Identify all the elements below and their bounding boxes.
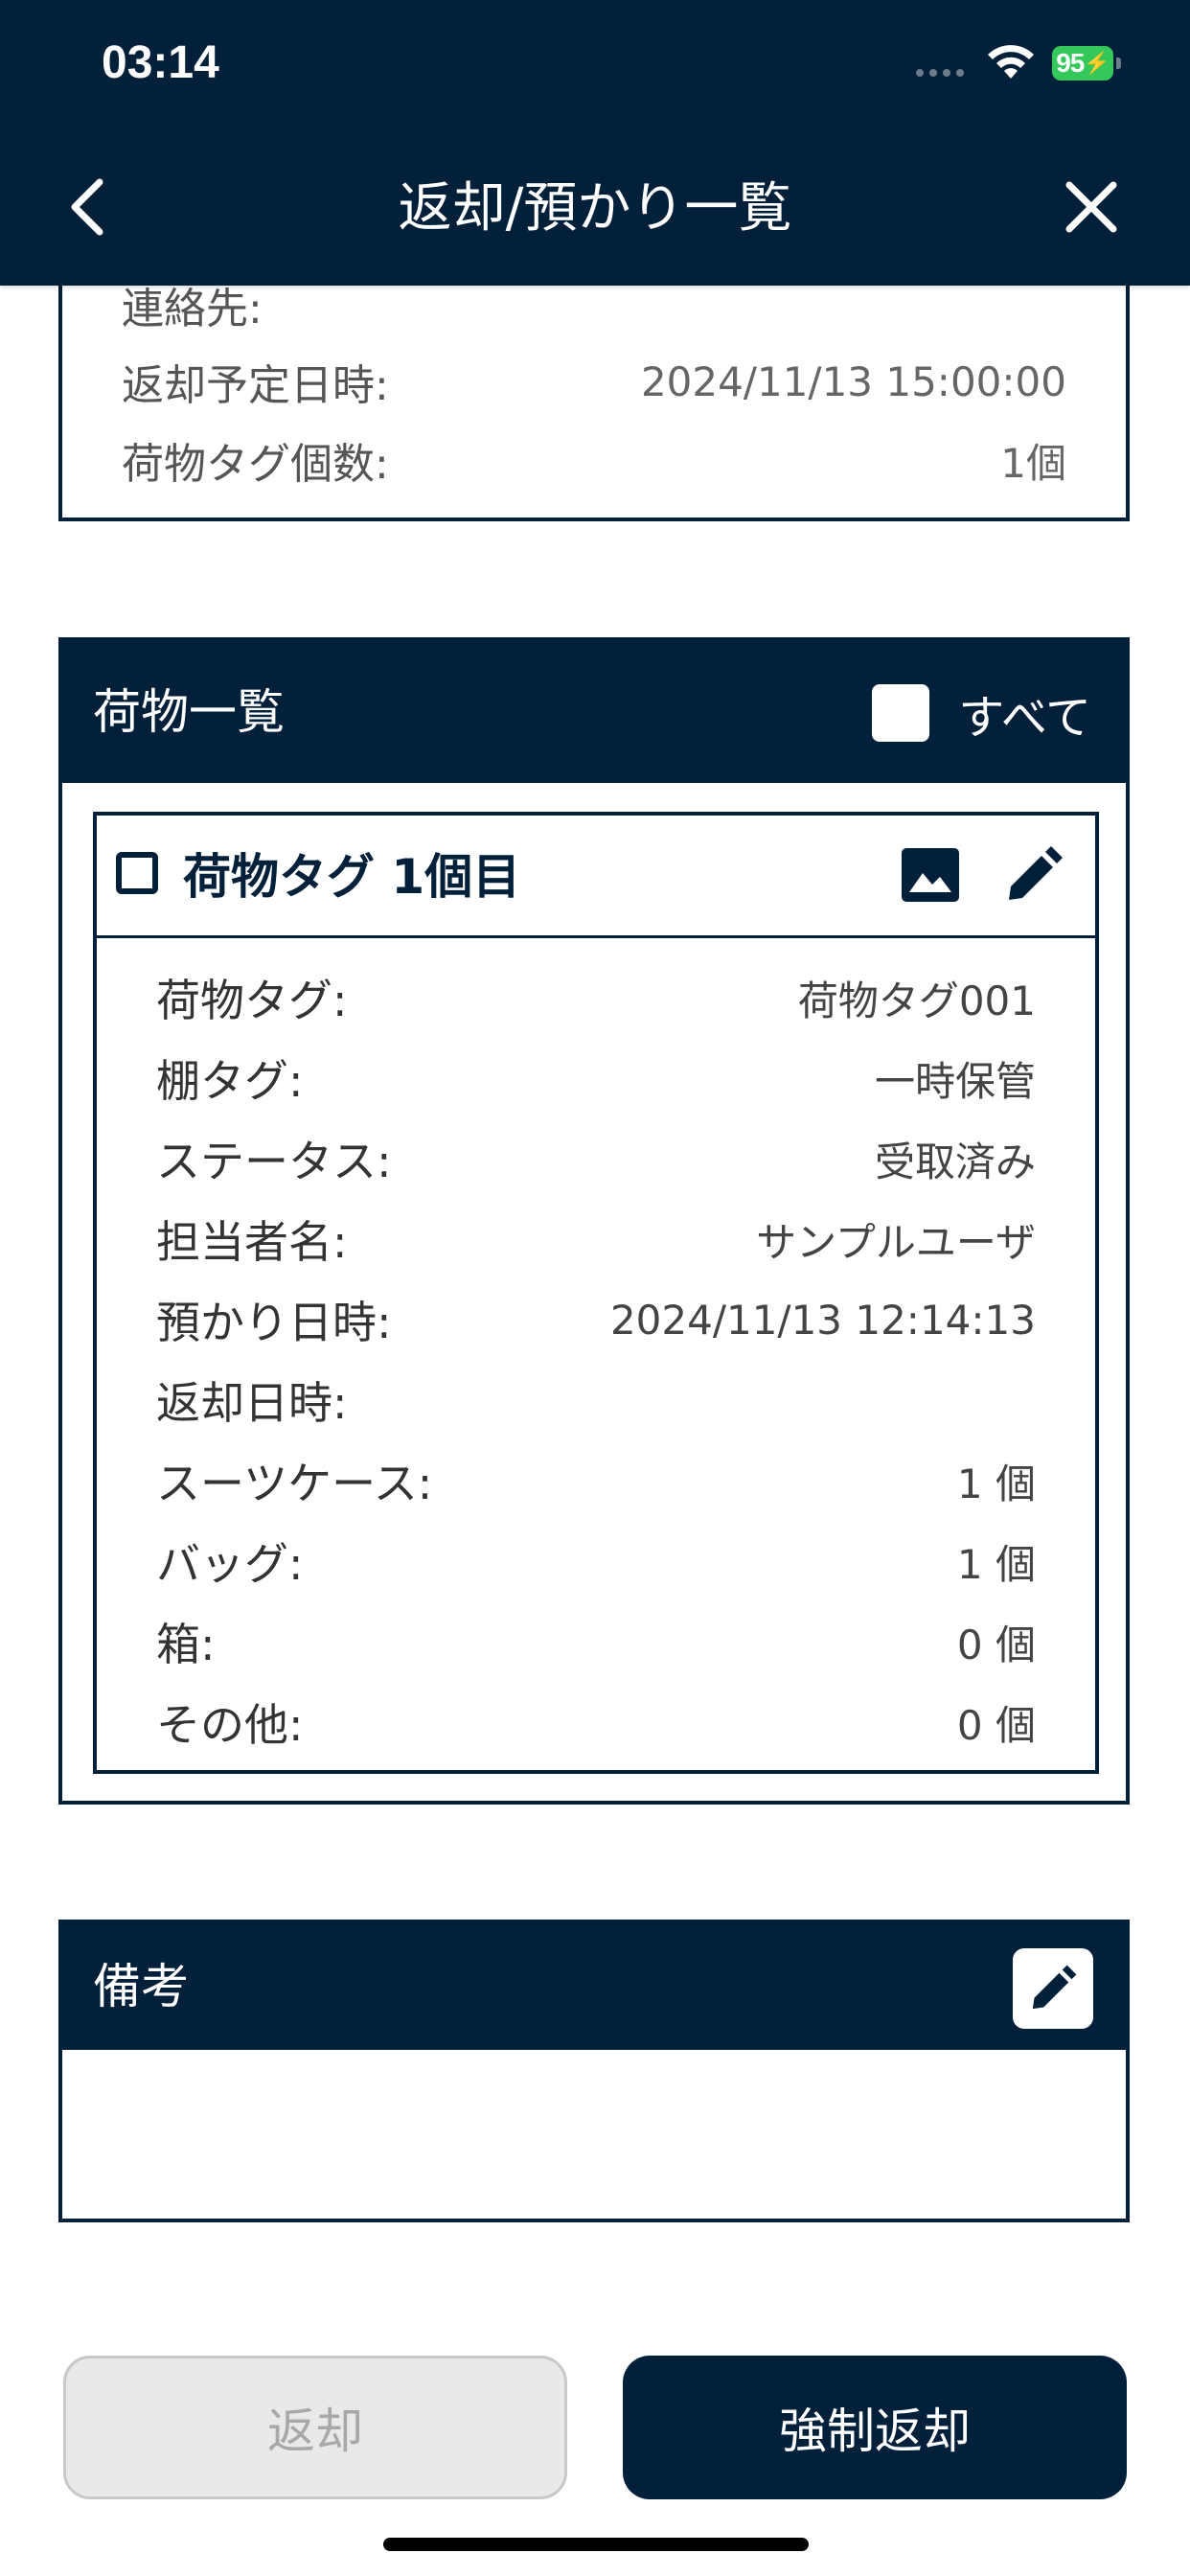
detail-value: サンプルユーザ — [756, 1218, 1036, 1266]
notes-title: 備考 — [93, 1959, 189, 2014]
app-screen: 連絡先: 返却予定日時: 2024/11/13 15:00:00 荷物タグ個数:… — [0, 0, 1190, 2576]
detail-row-luggage-tag: 荷物タグ: 荷物タグ001 — [156, 957, 1036, 1038]
select-all-label: すべて — [958, 691, 1091, 745]
detail-value: 受取済み — [874, 1138, 1036, 1185]
detail-label: スーツケース: — [156, 1458, 433, 1509]
detail-row-suitcase: スーツケース: 1 個 — [156, 1440, 1036, 1521]
summary-value: 2024/11/13 15:00:00 — [640, 357, 1066, 405]
summary-row-return-scheduled: 返却予定日時: 2024/11/13 15:00:00 — [122, 343, 1066, 420]
section-title: 荷物一覧 — [93, 684, 285, 740]
detail-value: 荷物タグ001 — [797, 977, 1036, 1024]
detail-row-shelf-tag: 棚タグ: 一時保管 — [156, 1038, 1036, 1118]
luggage-list-section: 荷物一覧 すべて 荷物タグ 1個目 荷物タグ: 荷物タグ001 棚タグ: 一時保… — [58, 637, 1130, 1805]
notes-header: 備考 — [62, 1923, 1126, 2050]
detail-value: 2024/11/13 12:14:13 — [609, 1296, 1036, 1344]
detail-label: 荷物タグ: — [156, 975, 348, 1026]
detail-label: 箱: — [156, 1619, 216, 1670]
battery-nub — [1116, 58, 1121, 69]
detail-label: バッグ: — [156, 1538, 304, 1590]
detail-label: 担当者名: — [156, 1216, 348, 1268]
detail-label: 預かり日時: — [156, 1297, 392, 1348]
detail-value: 一時保管 — [874, 1057, 1036, 1105]
detail-label: その他: — [156, 1699, 304, 1751]
luggage-tag-card: 荷物タグ 1個目 荷物タグ: 荷物タグ001 棚タグ: 一時保管 ステータス: … — [93, 812, 1099, 1774]
detail-value: 1 個 — [956, 1460, 1036, 1507]
detail-label: 返却日時: — [156, 1377, 348, 1429]
detail-row-other: その他: 0 個 — [156, 1682, 1036, 1762]
summary-label: 返却予定日時: — [122, 361, 389, 410]
status-time: 03:14 — [102, 37, 219, 88]
select-all-checkbox[interactable]: すべて — [872, 679, 1091, 747]
checkbox-icon — [872, 684, 930, 742]
detail-label: ステータス: — [156, 1136, 392, 1187]
return-button[interactable]: 返却 — [63, 2356, 567, 2499]
pencil-icon — [1032, 1965, 1077, 2010]
home-indicator — [383, 2538, 809, 2551]
close-icon — [1065, 181, 1117, 233]
detail-row-bag: バッグ: 1 個 — [156, 1521, 1036, 1601]
summary-label: 荷物タグ個数: — [122, 440, 389, 489]
battery-icon: 95 ⚡ — [1052, 46, 1113, 80]
detail-label: 棚タグ: — [156, 1055, 304, 1107]
detail-row-checkin-datetime: 預かり日時: 2024/11/13 12:14:13 — [156, 1279, 1036, 1360]
detail-value: 0 個 — [956, 1701, 1036, 1749]
detail-value: 0 個 — [956, 1621, 1036, 1668]
tag-card-header: 荷物タグ 1個目 — [97, 816, 1095, 938]
battery-level: 95 — [1056, 48, 1085, 78]
detail-row-return-datetime: 返却日時: — [156, 1360, 1036, 1440]
pencil-icon[interactable] — [1003, 844, 1064, 906]
summary-row-tag-count: 荷物タグ個数: 1個 — [122, 422, 1066, 498]
cellular-signal-icon — [916, 69, 964, 77]
detail-row-box: 箱: 0 個 — [156, 1601, 1036, 1682]
notes-edit-button[interactable] — [1013, 1948, 1093, 2029]
tag-card-title: 荷物タグ 1個目 — [183, 849, 521, 905]
notes-section: 備考 — [58, 1920, 1130, 2222]
detail-value: 1 個 — [956, 1540, 1036, 1588]
detail-row-status: ステータス: 受取済み — [156, 1118, 1036, 1199]
summary-value: 1個 — [1000, 439, 1066, 487]
image-icon[interactable] — [900, 844, 961, 906]
force-return-button[interactable]: 強制返却 — [623, 2356, 1127, 2499]
top-app-bar: 03:14 95 ⚡ 返却/預かり一覧 — [0, 0, 1190, 286]
page-title: 返却/預かり一覧 — [398, 177, 792, 240]
detail-row-staff-name: 担当者名: サンプルユーザ — [156, 1199, 1036, 1279]
tag-select-checkbox[interactable] — [116, 852, 158, 894]
wifi-icon — [988, 45, 1034, 79]
close-button[interactable] — [1058, 169, 1125, 245]
luggage-list-header: 荷物一覧 すべて — [62, 641, 1126, 783]
